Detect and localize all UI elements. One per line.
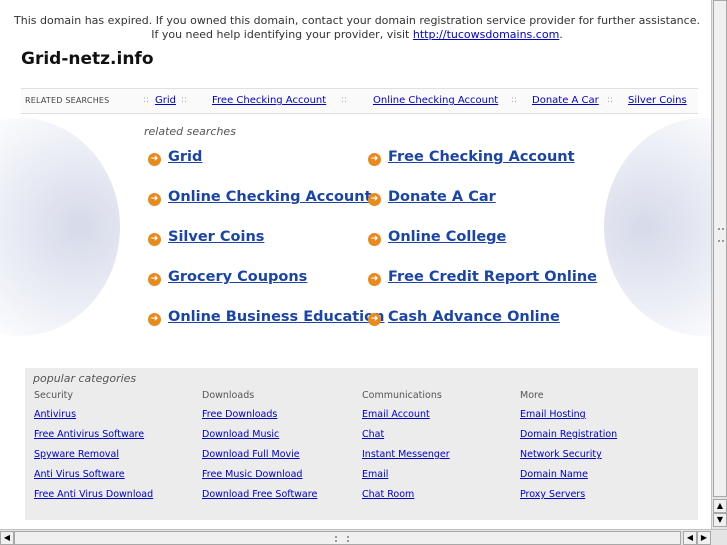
scroll-down-button[interactable]: ▼ [713, 513, 727, 527]
related-link-grocery-coupons[interactable]: Grocery Coupons [168, 269, 307, 285]
grip-icon [335, 536, 349, 542]
category-link[interactable]: Instant Messenger [362, 449, 450, 460]
vertical-scroll-thumb[interactable] [713, 0, 727, 497]
arrow-icon: ➜ [148, 153, 161, 166]
related-link-donate-a-car[interactable]: Donate A Car [388, 189, 496, 205]
related-bar-label: RELATED SEARCHES [25, 96, 110, 105]
category-link[interactable]: Antivirus [34, 409, 76, 420]
category-link[interactable]: Domain Registration [520, 429, 617, 440]
bar-link-free-checking-account[interactable]: Free Checking Account [212, 95, 326, 106]
category-heading-security: Security [34, 390, 74, 401]
bar-separator: :: [143, 95, 150, 105]
grip-icon [718, 228, 724, 242]
scroll-left-button[interactable]: ◀ [0, 531, 14, 545]
related-link-silver-coins[interactable]: Silver Coins [168, 229, 264, 245]
category-link[interactable]: Email Account [362, 409, 430, 420]
related-link-free-checking-account[interactable]: Free Checking Account [388, 149, 575, 165]
bar-link-donate-a-car[interactable]: Donate A Car [532, 95, 599, 106]
scroll-left-button-secondary[interactable]: ◀ [683, 531, 697, 545]
category-link[interactable]: Download Free Software [202, 489, 317, 500]
category-link[interactable]: Domain Name [520, 469, 588, 480]
popular-categories-heading: popular categories [33, 372, 137, 385]
bar-separator: :: [607, 95, 614, 105]
notice-end: . [559, 28, 563, 41]
expired-notice: This domain has expired. If you owned th… [12, 14, 702, 42]
bar-link-silver-coins[interactable]: Silver Coins [628, 95, 687, 106]
category-link[interactable]: Download Full Movie [202, 449, 300, 460]
horizontal-scroll-thumb[interactable] [14, 531, 681, 545]
category-heading-communications: Communications [362, 390, 442, 401]
category-link[interactable]: Free Downloads [202, 409, 277, 420]
category-heading-downloads: Downloads [202, 390, 255, 401]
related-link-online-checking-account[interactable]: Online Checking Account [168, 189, 372, 205]
category-link[interactable]: Free Antivirus Software [34, 429, 144, 440]
arrow-icon: ➜ [368, 233, 381, 246]
horizontal-scrollbar[interactable]: ◀ ◀ ▶ [0, 529, 727, 545]
vertical-scrollbar[interactable]: ▲ ▼ [711, 0, 727, 529]
category-link[interactable]: Anti Virus Software [34, 469, 125, 480]
scroll-right-button[interactable]: ▶ [697, 531, 711, 545]
category-link[interactable]: Download Music [202, 429, 279, 440]
page-viewport: This domain has expired. If you owned th… [0, 0, 711, 529]
category-link[interactable]: Free Music Download [202, 469, 302, 480]
bar-separator: :: [181, 95, 188, 105]
related-searches-bar: RELATED SEARCHES :: Grid :: Free Checkin… [21, 88, 698, 114]
related-link-grid[interactable]: Grid [168, 149, 202, 165]
category-link[interactable]: Spyware Removal [34, 449, 119, 460]
arrow-icon: ➜ [148, 313, 161, 326]
bar-link-grid[interactable]: Grid [155, 95, 176, 106]
site-title: Grid-netz.info [21, 49, 154, 69]
category-link[interactable]: Email Hosting [520, 409, 586, 420]
bar-link-online-checking-account[interactable]: Online Checking Account [373, 95, 498, 106]
category-link[interactable]: Chat [362, 429, 384, 440]
bar-separator: :: [511, 95, 518, 105]
category-link[interactable]: Proxy Servers [520, 489, 585, 500]
arrow-icon: ➜ [368, 273, 381, 286]
arrow-icon: ➜ [368, 153, 381, 166]
related-link-cash-advance-online[interactable]: Cash Advance Online [388, 309, 560, 325]
related-link-online-college[interactable]: Online College [388, 229, 506, 245]
notice-text: This domain has expired. If you owned th… [14, 14, 700, 41]
arrow-icon: ➜ [368, 193, 381, 206]
arrow-icon: ➜ [148, 273, 161, 286]
related-link-online-business-education[interactable]: Online Business Education [168, 309, 384, 325]
category-link[interactable]: Network Security [520, 449, 602, 460]
category-link[interactable]: Email [362, 469, 388, 480]
arrow-icon: ➜ [368, 313, 381, 326]
decorative-globe-right [604, 118, 711, 336]
arrow-icon: ➜ [148, 193, 161, 206]
category-link[interactable]: Free Anti Virus Download [34, 489, 153, 500]
arrow-icon: ➜ [148, 233, 161, 246]
popular-categories-panel: popular categories Security Antivirus Fr… [25, 368, 698, 520]
category-heading-more: More [520, 390, 544, 401]
scroll-up-button[interactable]: ▲ [713, 499, 727, 513]
related-link-free-credit-report-online[interactable]: Free Credit Report Online [388, 269, 597, 285]
related-searches-heading: related searches [144, 125, 236, 138]
tucows-link[interactable]: http://tucowsdomains.com [413, 28, 559, 41]
decorative-globe-left [0, 118, 120, 336]
bar-separator: :: [341, 95, 348, 105]
category-link[interactable]: Chat Room [362, 489, 414, 500]
